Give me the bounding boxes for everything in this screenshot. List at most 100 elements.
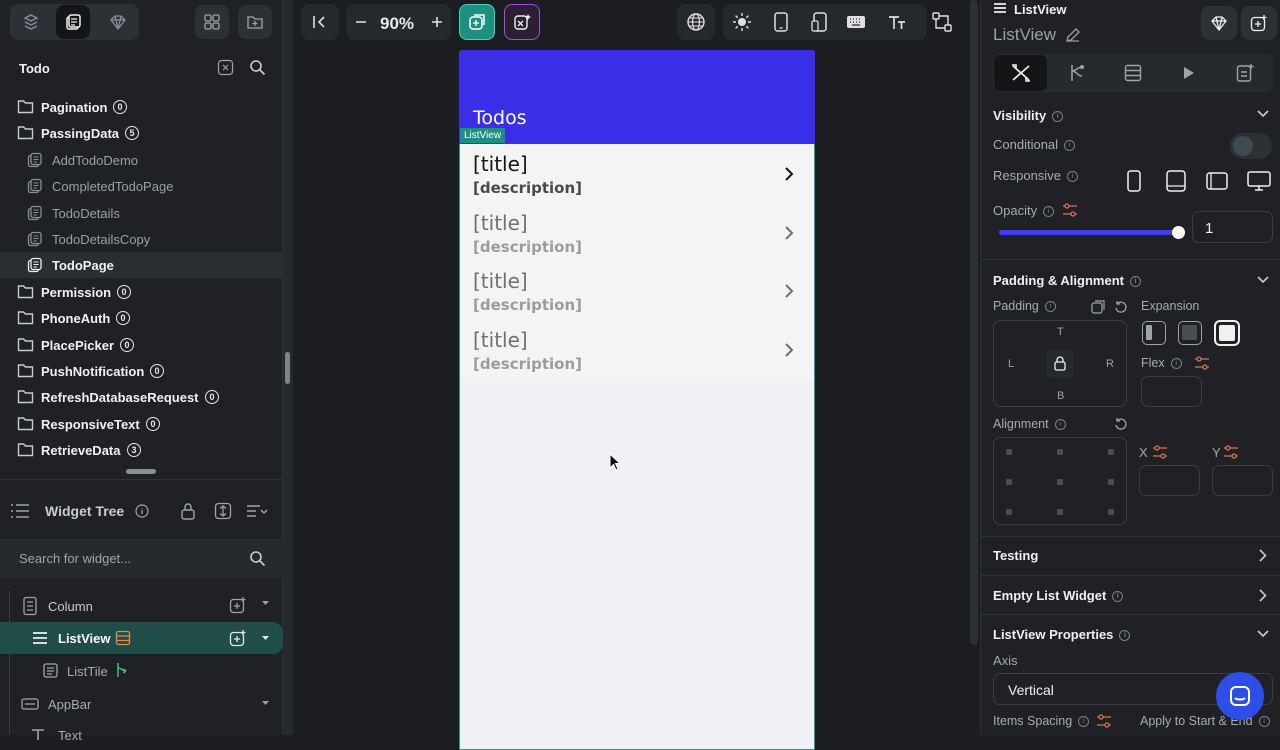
tree-page[interactable]: TodoPage (0, 252, 283, 279)
chevron-right-icon[interactable] (1259, 549, 1267, 562)
play-tab-icon[interactable] (1182, 66, 1196, 80)
add-child-icon[interactable] (229, 596, 247, 614)
opacity-slider[interactable] (999, 226, 1185, 239)
theme-mode-icon[interactable] (14, 5, 48, 39)
widget-search-input[interactable]: Search for widget... (19, 551, 131, 566)
list-tile[interactable]: [title] [description] (459, 322, 813, 380)
device-frame-icon[interactable] (811, 12, 829, 32)
left-scrollbar-thumb[interactable] (285, 352, 290, 384)
pages-icon[interactable] (56, 5, 90, 39)
add-child-icon[interactable] (229, 629, 247, 647)
tree-folder[interactable]: PassingData 5 (0, 120, 283, 146)
tree-folder[interactable]: PlacePicker 0 (0, 332, 283, 358)
text-size-icon[interactable] (888, 13, 906, 31)
phone-visibility-icon[interactable] (1127, 170, 1141, 192)
expansion-flexible-icon[interactable] (1142, 321, 1166, 345)
align-center-right[interactable] (1108, 479, 1114, 485)
tree-page[interactable]: CompletedTodoPage (0, 173, 283, 199)
chevron-right-icon[interactable] (1259, 589, 1267, 602)
tab-properties[interactable] (994, 55, 1047, 91)
widget-node-listview[interactable]: ListView (0, 622, 283, 654)
padding-left[interactable]: L (1008, 358, 1014, 370)
sun-icon[interactable] (732, 12, 752, 32)
backend-query-icon[interactable] (115, 630, 131, 646)
tablet-visibility-icon[interactable] (1166, 170, 1186, 192)
widget-node-column[interactable]: Column (0, 592, 283, 620)
chevron-down-icon[interactable] (262, 701, 269, 706)
variable-icon[interactable] (1062, 203, 1078, 217)
tree-folder[interactable]: Pagination 0 (0, 94, 283, 120)
opacity-input[interactable]: 1 (1192, 211, 1273, 243)
align-bottom-right[interactable] (1108, 509, 1114, 515)
filter-icon[interactable] (246, 503, 268, 519)
search-icon[interactable] (249, 550, 266, 567)
canvas-scrollbar-thumb[interactable] (970, 0, 978, 645)
gem-icon[interactable] (101, 5, 135, 39)
lock-icon[interactable] (180, 502, 196, 520)
widget-node-listtile[interactable]: ListTile (0, 657, 283, 685)
chevron-down-icon[interactable] (262, 636, 269, 641)
align-bottom-center[interactable] (1057, 509, 1063, 515)
lock-padding-button[interactable] (1046, 350, 1074, 378)
collapse-icon[interactable] (217, 59, 234, 76)
tree-folder[interactable]: PhoneAuth 0 (0, 305, 283, 331)
reset-icon[interactable] (1114, 300, 1128, 314)
reset-icon[interactable] (1114, 417, 1128, 431)
align-top-left[interactable] (1006, 449, 1012, 455)
phone-icon[interactable] (773, 12, 789, 32)
zoom-in-icon[interactable] (429, 14, 445, 30)
language-button[interactable] (677, 4, 715, 40)
search-icon[interactable] (249, 59, 266, 76)
variable-icon[interactable] (1152, 445, 1168, 459)
testing-title[interactable]: Testing (993, 548, 1038, 563)
expansion-expanded-icon[interactable] (1178, 321, 1202, 345)
zoom-out-icon[interactable] (353, 14, 369, 30)
chevron-down-icon[interactable] (262, 601, 269, 606)
collapse-panel-button[interactable] (301, 4, 339, 40)
add-widget-button[interactable] (1241, 6, 1277, 40)
list-tile[interactable]: [title] [description] (459, 205, 813, 263)
align-top-center[interactable] (1057, 449, 1063, 455)
list-tile[interactable]: [title] [description] (459, 146, 813, 204)
align-center-left[interactable] (1006, 479, 1012, 485)
gem-button[interactable] (1201, 6, 1237, 40)
variable-icon[interactable] (1194, 356, 1210, 370)
select-mode-button[interactable] (459, 4, 495, 40)
grid-icon[interactable] (195, 5, 229, 39)
variable-icon[interactable] (1096, 714, 1112, 728)
widget-search-box[interactable]: Search for widget... (0, 539, 283, 578)
info-icon[interactable] (135, 504, 149, 518)
conditional-toggle[interactable] (1230, 133, 1272, 159)
generate-children-icon[interactable] (114, 662, 130, 678)
documentation-tab-icon[interactable] (1236, 63, 1254, 83)
widget-node-appbar[interactable]: AppBar (0, 690, 283, 718)
padding-bottom[interactable]: B (1057, 390, 1064, 402)
add-folder-icon[interactable] (238, 5, 272, 39)
opacity-slider-knob[interactable] (1172, 226, 1185, 239)
tree-folder[interactable]: RetrieveData 3 (0, 437, 283, 463)
tree-folder[interactable]: RefreshDatabaseRequest 0 (0, 384, 283, 410)
keyboard-icon[interactable] (846, 14, 866, 30)
edit-icon[interactable] (1065, 27, 1081, 43)
alignment-grid[interactable] (993, 437, 1127, 525)
list-tile[interactable]: [title] [description] (459, 263, 813, 321)
padding-editor[interactable]: T L R B (993, 320, 1127, 407)
widget-tree-view-button[interactable] (923, 4, 961, 40)
tree-page[interactable]: TodoDetailsCopy (0, 226, 283, 252)
empty-list-title[interactable]: Empty List Widget i (993, 588, 1124, 603)
actions-tab-icon[interactable] (1067, 63, 1087, 83)
tree-folder[interactable]: PushNotification 0 (0, 358, 283, 384)
expansion-none-icon[interactable] (1214, 320, 1240, 346)
tablet-landscape-visibility-icon[interactable] (1206, 172, 1228, 190)
resize-handle[interactable] (126, 469, 156, 474)
backend-query-tab-icon[interactable] (1124, 64, 1142, 82)
support-chat-button[interactable] (1216, 672, 1264, 720)
tree-folder[interactable]: Permission 0 (0, 279, 283, 305)
padding-right[interactable]: R (1106, 358, 1114, 370)
y-input[interactable] (1212, 465, 1273, 496)
chevron-up-icon[interactable] (1257, 276, 1269, 284)
padding-top[interactable]: T (1057, 326, 1064, 338)
chevron-up-icon[interactable] (1257, 630, 1269, 638)
tree-page[interactable]: AddTodoDemo (0, 147, 283, 173)
tree-page[interactable]: TodoDetails (0, 200, 283, 226)
